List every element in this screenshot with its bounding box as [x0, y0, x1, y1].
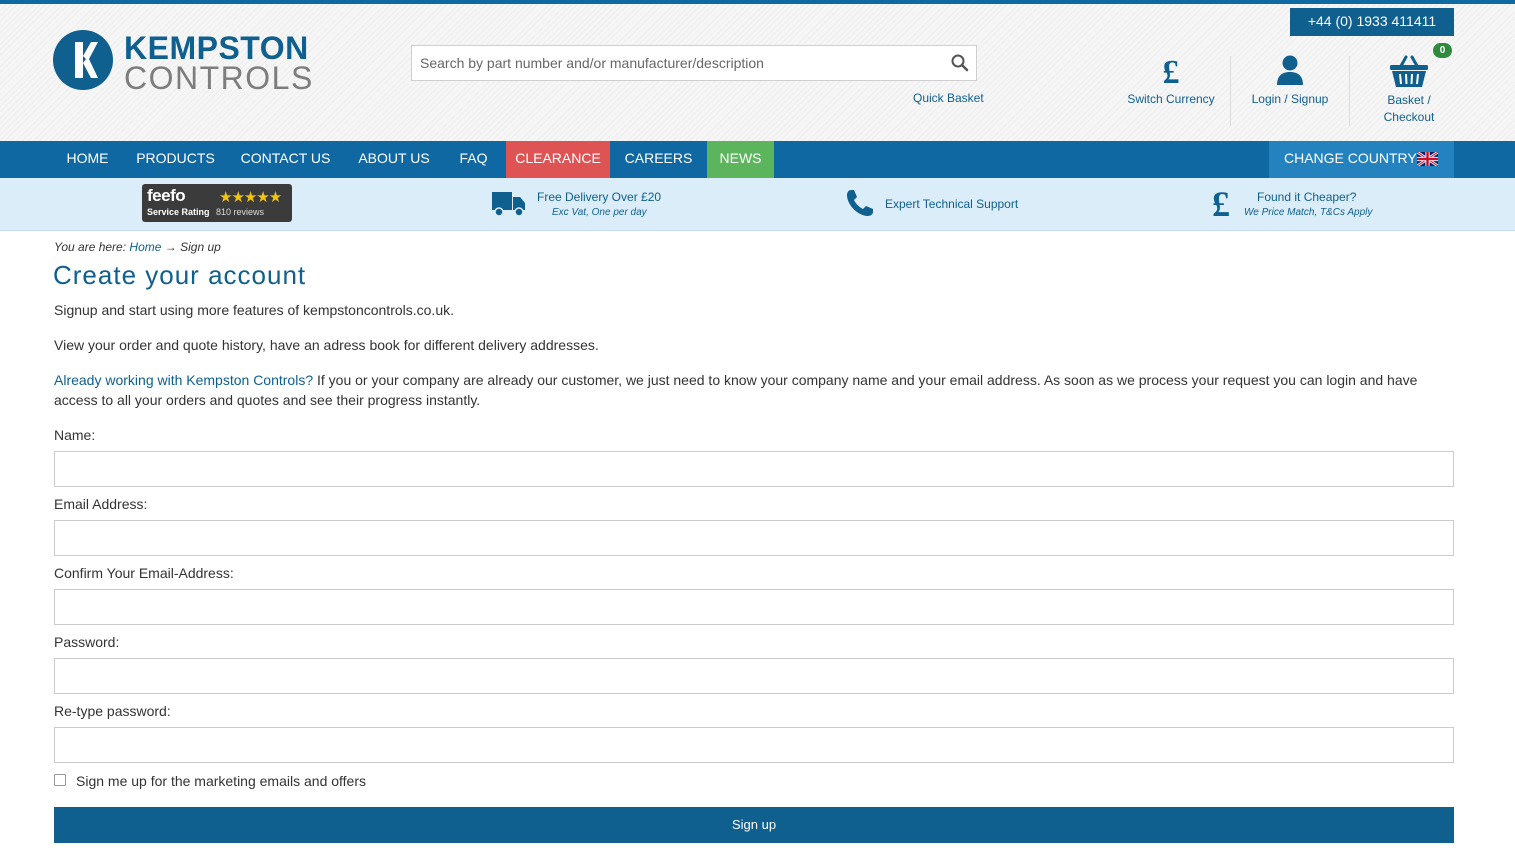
nav-home[interactable]: HOME: [54, 141, 121, 178]
nav-contact-us[interactable]: CONTACT US: [230, 141, 341, 178]
nav-news[interactable]: NEWS: [707, 141, 774, 178]
nav-products[interactable]: PRODUCTS: [127, 141, 224, 178]
breadcrumb-home-link[interactable]: Home: [129, 240, 161, 254]
name-input[interactable]: [54, 451, 1454, 487]
confirm-email-input[interactable]: [54, 589, 1454, 625]
support-title: Expert Technical Support: [885, 197, 1019, 211]
existing-customer-link[interactable]: Already working with Kempston Controls?: [54, 372, 313, 388]
delivery-title: Free Delivery Over £20: [537, 190, 662, 204]
marketing-checkbox[interactable]: [54, 774, 66, 786]
delivery-truck-icon: [492, 192, 525, 217]
search-icon[interactable]: [950, 53, 970, 73]
usp-bar: feefo ★★★★★ Service Rating 810 reviews F…: [0, 178, 1515, 231]
sign-up-button[interactable]: Sign up: [54, 807, 1454, 843]
svg-text:£: £: [1212, 186, 1230, 220]
basket-label-line1: Basket /: [1387, 93, 1431, 107]
login-signup-label: Login / Signup: [1251, 92, 1329, 106]
usp-technical-support[interactable]: Expert Technical Support: [845, 178, 1025, 230]
main-navigation: HOME PRODUCTS CONTACT US ABOUT US FAQ CL…: [0, 141, 1515, 178]
feefo-reviews-count: 810 reviews: [216, 207, 265, 217]
user-icon: [1277, 55, 1303, 85]
feefo-rating-badge[interactable]: feefo ★★★★★ Service Rating 810 reviews: [142, 184, 292, 222]
header-divider: [1230, 56, 1231, 126]
site-header: KEMPSTON CONTROLS Quick Basket +44 (0) 1…: [0, 4, 1515, 141]
email-label: Email Address:: [54, 496, 148, 512]
breadcrumb-current: Sign up: [180, 240, 221, 254]
confirm-email-label: Confirm Your Email-Address:: [54, 565, 234, 581]
feefo-rating-label: Service Rating: [147, 207, 210, 217]
logo-mark-icon: [53, 30, 113, 90]
basket-icon: [1390, 55, 1428, 87]
password-label: Password:: [54, 634, 120, 650]
site-logo[interactable]: KEMPSTON CONTROLS: [53, 30, 314, 96]
search-box: [411, 45, 977, 81]
password-input[interactable]: [54, 658, 1454, 694]
change-country-label: CHANGE COUNTRY: [1284, 150, 1417, 166]
name-label: Name:: [54, 427, 96, 443]
svg-text:£: £: [1163, 54, 1180, 86]
usp-price-match[interactable]: £ Found it Cheaper? We Price Match, T&Cs…: [1207, 178, 1387, 230]
usp-free-delivery[interactable]: Free Delivery Over £20 Exc Vat, One per …: [490, 178, 670, 230]
breadcrumb: You are here: Home → Sign up: [54, 240, 221, 254]
star-rating-icon: ★★★★★: [219, 189, 282, 206]
intro-paragraph-3: Already working with Kempston Controls? …: [54, 370, 1454, 410]
pound-icon: £: [1212, 186, 1230, 220]
search-input[interactable]: [412, 46, 932, 80]
switch-currency-label: Switch Currency: [1127, 92, 1215, 106]
switch-currency-button[interactable]: £ Switch Currency: [1126, 54, 1216, 106]
phone-number[interactable]: +44 (0) 1933 411411: [1290, 8, 1454, 36]
phone-icon: [847, 190, 873, 216]
nav-faq[interactable]: FAQ: [447, 141, 500, 178]
uk-flag-icon: [1417, 152, 1438, 166]
marketing-checkbox-label[interactable]: Sign me up for the marketing emails and …: [76, 773, 366, 789]
breadcrumb-prefix: You are here:: [54, 240, 127, 254]
nav-about-us[interactable]: ABOUT US: [347, 141, 441, 178]
feefo-logo: feefo: [147, 186, 186, 205]
basket-count-badge: 0: [1433, 43, 1452, 58]
basket-label-line2: Checkout: [1383, 110, 1435, 124]
delivery-subtitle: Exc Vat, One per day: [552, 207, 647, 218]
nav-clearance[interactable]: CLEARANCE: [506, 141, 610, 178]
price-match-subtitle: We Price Match, T&Cs Apply: [1244, 207, 1373, 218]
change-country-button[interactable]: CHANGE COUNTRY: [1269, 141, 1454, 178]
quick-basket-link[interactable]: Quick Basket: [913, 91, 984, 105]
login-signup-button[interactable]: Login / Signup: [1246, 54, 1334, 106]
intro-paragraph-1: Signup and start using more features of …: [54, 302, 454, 318]
pound-icon: £: [1163, 54, 1180, 86]
basket-checkout-button[interactable]: Basket / Checkout: [1370, 54, 1448, 126]
intro-paragraph-2: View your order and quote history, have …: [54, 337, 599, 353]
page-title: Create your account: [53, 260, 307, 290]
retype-password-input[interactable]: [54, 727, 1454, 763]
breadcrumb-arrow: →: [164, 240, 177, 254]
logo-text-controls: CONTROLS: [124, 60, 314, 96]
email-input[interactable]: [54, 520, 1454, 556]
nav-careers[interactable]: CAREERS: [615, 141, 702, 178]
price-match-title: Found it Cheaper?: [1257, 190, 1357, 204]
retype-password-label: Re-type password:: [54, 703, 171, 719]
header-divider: [1349, 56, 1350, 126]
